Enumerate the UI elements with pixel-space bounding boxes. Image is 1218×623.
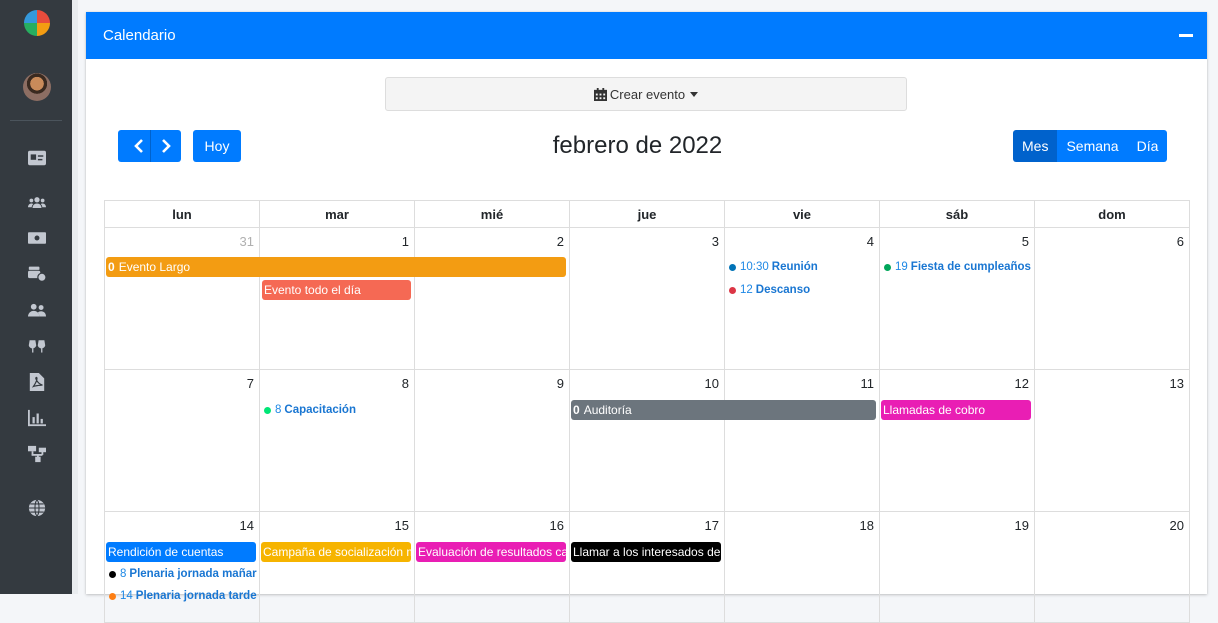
event-title: Plenaria jornada mañar: [129, 568, 257, 580]
view-switcher: Mes Semana Día: [1013, 130, 1168, 162]
file-pdf-icon[interactable]: [26, 372, 48, 392]
event-title: Evento todo el día: [264, 283, 361, 297]
event-time: 10:30: [740, 261, 769, 273]
user-avatar[interactable]: [23, 73, 51, 101]
sidebar-edge: [72, 0, 78, 594]
event-time: 8: [120, 568, 127, 580]
day-cell[interactable]: 20: [1035, 512, 1190, 623]
event-time: 0: [108, 260, 115, 274]
day-cell[interactable]: 2: [415, 228, 570, 370]
day-cell[interactable]: 10: [570, 370, 725, 512]
event-title: Capacitación: [284, 404, 356, 416]
card-header: Calendario: [86, 12, 1207, 59]
view-week-button[interactable]: Semana: [1057, 130, 1128, 162]
event-reunion[interactable]: 10:30 Reunión: [728, 257, 878, 277]
event-time: 14: [120, 590, 133, 602]
app-logo[interactable]: [24, 10, 50, 36]
event-llamar-interesados[interactable]: Llamar a los interesados de la: [571, 542, 721, 562]
day-cell[interactable]: 12: [880, 370, 1035, 512]
event-fiesta-cumpleanos[interactable]: 19 Fiesta de cumpleaños: [883, 257, 1033, 277]
event-dot: [264, 406, 271, 414]
sitemap-icon[interactable]: [26, 444, 48, 464]
glasses-cheers-icon[interactable]: [26, 336, 48, 356]
globe-icon[interactable]: [26, 498, 48, 518]
weekday-header-cell: mar: [260, 201, 415, 228]
week-row: 31 1 2 3 4 5 6 0 Evento Largo Evento tod…: [105, 228, 1190, 370]
money-bill-icon[interactable]: [26, 228, 48, 248]
event-plenaria-tarde[interactable]: 14 Plenaria jornada tarde: [108, 586, 258, 606]
event-title: Rendición de cuentas: [108, 545, 224, 559]
event-dot: [729, 286, 736, 294]
chart-bar-icon[interactable]: [26, 408, 48, 428]
day-cell[interactable]: 13: [1035, 370, 1190, 512]
day-cell[interactable]: 7: [105, 370, 260, 512]
caret-down-icon: [690, 91, 699, 97]
event-dot: [109, 570, 116, 578]
day-cell[interactable]: 11: [725, 370, 880, 512]
view-day-button[interactable]: Día: [1127, 130, 1168, 162]
day-cell[interactable]: 5: [880, 228, 1035, 370]
weekday-header-cell: dom: [1035, 201, 1190, 228]
event-title: Llamar a los interesados de la: [573, 545, 721, 559]
event-time: 0: [573, 403, 580, 417]
day-cell[interactable]: 9: [415, 370, 570, 512]
event-title: Evento Largo: [118, 260, 191, 274]
event-time: 12: [740, 284, 753, 296]
event-auditoria[interactable]: 0 Auditoría: [571, 400, 876, 420]
day-cell[interactable]: 31: [105, 228, 260, 370]
week-row: 7 8 9 10 11 12 13 8 Capacitación 0 Audit…: [105, 370, 1190, 512]
collapse-icon[interactable]: [1179, 34, 1193, 37]
day-cell[interactable]: 17: [570, 512, 725, 623]
month-grid: lun mar mié jue vie sáb dom 31 1 2 3 4 5…: [104, 200, 1190, 623]
day-cell[interactable]: 3: [570, 228, 725, 370]
view-month-button[interactable]: Mes: [1013, 130, 1058, 162]
user-clock-icon[interactable]: [26, 264, 48, 284]
event-time: 8: [275, 404, 282, 416]
event-time: 19: [895, 261, 908, 273]
day-cell[interactable]: 15: [260, 512, 415, 623]
day-cell[interactable]: 8: [260, 370, 415, 512]
event-dot: [729, 263, 736, 271]
event-title: Plenaria jornada tarde: [135, 590, 257, 602]
user-friends-icon[interactable]: [26, 300, 48, 320]
event-evaluacion-resultados[interactable]: Evaluación de resultados can: [416, 542, 566, 562]
event-llamadas-cobro[interactable]: Llamadas de cobro: [881, 400, 1031, 420]
create-event-button[interactable]: Crear evento: [385, 77, 907, 111]
calendar-title: febrero de 2022: [552, 132, 723, 159]
card-title: Calendario: [103, 27, 176, 44]
week-row: 14 15 16 17 18 19 20 Rendición de cuenta…: [105, 512, 1190, 623]
event-capacitacion[interactable]: 8 Capacitación: [263, 400, 413, 420]
event-evento-largo[interactable]: 0 Evento Largo: [106, 257, 566, 277]
day-cell[interactable]: 16: [415, 512, 570, 623]
event-rendicion-cuentas[interactable]: Rendición de cuentas: [106, 542, 256, 562]
event-title: Reunión: [771, 261, 818, 273]
weekday-header-cell: mié: [415, 201, 570, 228]
event-title: Campaña de socialización mi: [263, 545, 411, 559]
day-cell[interactable]: 19: [880, 512, 1035, 623]
day-cell[interactable]: 6: [1035, 228, 1190, 370]
users-icon[interactable]: [26, 192, 48, 212]
event-title: Evaluación de resultados can: [418, 545, 566, 559]
event-dot: [884, 263, 891, 271]
id-card-icon[interactable]: [26, 148, 48, 168]
event-descanso[interactable]: 12 Descanso: [728, 280, 878, 300]
calendar-icon: [593, 87, 607, 101]
weekday-header-cell: sáb: [880, 201, 1035, 228]
sidebar: [0, 0, 72, 594]
event-title: Llamadas de cobro: [883, 403, 986, 417]
event-title: Fiesta de cumpleaños: [910, 261, 1031, 273]
event-campana-socializacion[interactable]: Campaña de socialización mi: [261, 542, 411, 562]
weekday-header: lun mar mié jue vie sáb dom: [105, 201, 1190, 228]
event-title: Descanso: [755, 284, 811, 296]
weekday-header-cell: jue: [570, 201, 725, 228]
create-event-label: Crear evento: [609, 86, 686, 102]
weekday-header-cell: vie: [725, 201, 880, 228]
weekday-header-cell: lun: [105, 201, 260, 228]
event-evento-todo-el-dia[interactable]: Evento todo el día: [262, 280, 411, 300]
event-plenaria-manana[interactable]: 8 Plenaria jornada mañar: [108, 564, 258, 584]
sidebar-divider: [10, 120, 62, 121]
event-title: Auditoría: [583, 403, 632, 417]
calendar-card: Calendario Crear evento Hoy febrero de 2…: [86, 12, 1207, 623]
day-cell[interactable]: 18: [725, 512, 880, 623]
